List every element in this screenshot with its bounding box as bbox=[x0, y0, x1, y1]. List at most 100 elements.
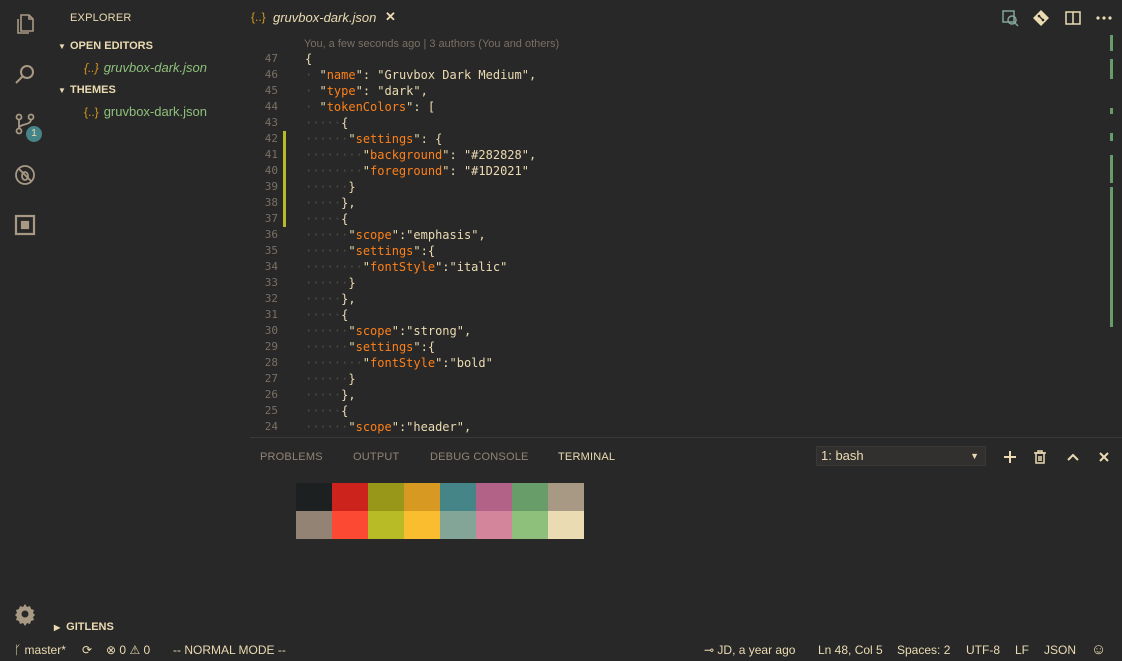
line-number: 28 bbox=[264, 356, 278, 369]
line-number: 36 bbox=[264, 228, 278, 241]
problems-item[interactable]: ⊗ 0 ⚠ 0 bbox=[106, 643, 150, 657]
code-line[interactable]: 43 ·····{ bbox=[250, 115, 1106, 131]
code-text: { bbox=[305, 52, 313, 66]
line-number: 47 bbox=[264, 52, 278, 65]
close-icon[interactable]: ✕ bbox=[385, 9, 396, 25]
ruler-marker bbox=[1110, 133, 1113, 141]
code-line[interactable]: 36 ······"scope":"emphasis", bbox=[250, 227, 1106, 243]
color-swatch bbox=[296, 483, 332, 511]
language-mode[interactable]: JSON bbox=[1044, 643, 1076, 657]
status-bar: ᚴ master* ⟳ ⊗ 0 ⚠ 0 -- NORMAL MODE -- ⊸ … bbox=[0, 639, 1122, 661]
color-swatch bbox=[368, 483, 404, 511]
close-panel-icon[interactable] bbox=[1096, 449, 1112, 465]
color-swatch bbox=[476, 483, 512, 511]
code-text: ·····}, bbox=[305, 292, 356, 306]
code-line[interactable]: 40 ········"foreground": "#1D2021" bbox=[250, 163, 1106, 179]
files-icon[interactable] bbox=[13, 12, 37, 36]
color-swatch bbox=[476, 511, 512, 539]
tab-output[interactable]: OUTPUT bbox=[353, 451, 399, 463]
code-line[interactable]: 46 · "name": "Gruvbox Dark Medium", bbox=[250, 67, 1106, 83]
search-icon[interactable] bbox=[13, 62, 37, 86]
line-number: 35 bbox=[264, 244, 278, 257]
gitlens-blame-item[interactable]: ⊸ JD, a year ago bbox=[704, 643, 795, 657]
code-line[interactable]: 26 ·····}, bbox=[250, 387, 1106, 403]
color-swatch bbox=[404, 511, 440, 539]
color-swatch bbox=[440, 511, 476, 539]
code-text: ·····{ bbox=[305, 404, 349, 418]
line-number: 43 bbox=[264, 116, 278, 129]
indentation[interactable]: Spaces: 2 bbox=[897, 643, 950, 657]
line-number: 45 bbox=[264, 84, 278, 97]
more-actions-icon[interactable] bbox=[1095, 9, 1113, 27]
tab-problems[interactable]: PROBLEMS bbox=[260, 451, 323, 463]
code-line[interactable]: 33 ······} bbox=[250, 275, 1106, 291]
codelens-blame[interactable]: You, a few seconds ago | 3 authors (You … bbox=[304, 38, 559, 50]
error-icon: ⊗ bbox=[106, 643, 117, 657]
themes-filename: gruvbox-dark.json bbox=[103, 104, 208, 119]
color-swatch bbox=[296, 511, 332, 539]
code-line[interactable]: 39 ······} bbox=[250, 179, 1106, 195]
tab-debug-console[interactable]: DEBUG CONSOLE bbox=[430, 451, 529, 463]
settings-gear-icon[interactable] bbox=[13, 602, 37, 626]
ruler-marker bbox=[1110, 187, 1113, 327]
line-number: 25 bbox=[264, 404, 278, 417]
tab-terminal[interactable]: TERMINAL bbox=[558, 451, 615, 463]
code-line[interactable]: 31 ·····{ bbox=[250, 307, 1106, 323]
end-of-line[interactable]: LF bbox=[1015, 643, 1029, 657]
trash-icon[interactable] bbox=[1032, 449, 1048, 465]
themes-section[interactable]: ▼ THEMES bbox=[58, 84, 116, 96]
line-number: 32 bbox=[264, 292, 278, 305]
tab-filename: gruvbox-dark.json bbox=[273, 10, 377, 25]
chevron-down-icon: ▼ bbox=[58, 86, 66, 95]
code-line[interactable]: 42 ······"settings": { bbox=[250, 131, 1106, 147]
code-line[interactable]: 35 ······"settings":{ bbox=[250, 243, 1106, 259]
open-editors-section[interactable]: ▼ OPEN EDITORS bbox=[58, 40, 153, 52]
open-changes-icon[interactable] bbox=[1001, 9, 1019, 27]
code-line[interactable]: 34 ········"fontStyle":"italic" bbox=[250, 259, 1106, 275]
code-text: · "tokenColors": [ bbox=[305, 100, 436, 114]
line-number: 46 bbox=[264, 68, 278, 81]
branch-item[interactable]: ᚴ master* bbox=[14, 643, 66, 657]
code-line[interactable]: 30 ······"scope":"strong", bbox=[250, 323, 1106, 339]
line-number: 38 bbox=[264, 196, 278, 209]
gitlens-section[interactable]: ▶ GITLENS bbox=[54, 621, 114, 633]
code-line[interactable]: 41 ········"background": "#282828", bbox=[250, 147, 1106, 163]
cursor-position[interactable]: Ln 48, Col 5 bbox=[818, 643, 883, 657]
code-line[interactable]: 38 ·····}, bbox=[250, 195, 1106, 211]
add-terminal-icon[interactable] bbox=[1002, 449, 1018, 465]
chevron-down-icon: ▼ bbox=[58, 42, 66, 51]
code-line[interactable]: 45 · "type": "dark", bbox=[250, 83, 1106, 99]
code-line[interactable]: 47 { bbox=[250, 51, 1106, 67]
code-line[interactable]: 44 · "tokenColors": [ bbox=[250, 99, 1106, 115]
debug-icon[interactable] bbox=[13, 163, 37, 187]
code-line[interactable]: 24 ······"scope":"header", bbox=[250, 419, 1106, 435]
code-line[interactable]: 25 ·····{ bbox=[250, 403, 1106, 419]
code-text: ······"settings":{ bbox=[305, 244, 436, 258]
code-text: ·····{ bbox=[305, 212, 349, 226]
gitlens-label: GITLENS bbox=[66, 621, 114, 633]
sync-icon[interactable]: ⟳ bbox=[82, 643, 92, 657]
maximize-panel-icon[interactable] bbox=[1065, 449, 1081, 465]
line-number: 39 bbox=[264, 180, 278, 193]
bottom-panel: PROBLEMS OUTPUT DEBUG CONSOLE TERMINAL 1… bbox=[250, 437, 1122, 639]
git-compare-icon[interactable] bbox=[1032, 9, 1050, 27]
ruler-marker bbox=[1110, 35, 1113, 51]
terminal-select[interactable]: 1: bash ▼ bbox=[816, 446, 986, 466]
extensions-icon[interactable] bbox=[13, 213, 37, 237]
editor-tab[interactable]: {..} gruvbox-dark.json ✕ bbox=[250, 0, 410, 35]
open-editor-item[interactable]: {..} gruvbox-dark.json bbox=[84, 60, 207, 75]
code-line[interactable]: 27 ······} bbox=[250, 371, 1106, 387]
code-line[interactable]: 29 ······"settings":{ bbox=[250, 339, 1106, 355]
code-line[interactable]: 32 ·····}, bbox=[250, 291, 1106, 307]
code-editor[interactable]: 47 {46 · "name": "Gruvbox Dark Medium", 45 ·… bbox=[250, 51, 1106, 437]
themes-file-item[interactable]: {..} gruvbox-dark.json bbox=[84, 104, 207, 119]
ruler-marker bbox=[1110, 108, 1113, 114]
warning-icon: ⚠ bbox=[129, 643, 141, 657]
encoding[interactable]: UTF-8 bbox=[966, 643, 1000, 657]
editor-scrollbar[interactable] bbox=[1108, 35, 1122, 437]
code-line[interactable]: 37 ·····{ bbox=[250, 211, 1106, 227]
code-line[interactable]: 28 ········"fontStyle":"bold" bbox=[250, 355, 1106, 371]
feedback-smiley-icon[interactable]: ☺ bbox=[1091, 641, 1106, 658]
split-editor-icon[interactable] bbox=[1064, 9, 1082, 27]
branch-name: master* bbox=[24, 643, 66, 657]
